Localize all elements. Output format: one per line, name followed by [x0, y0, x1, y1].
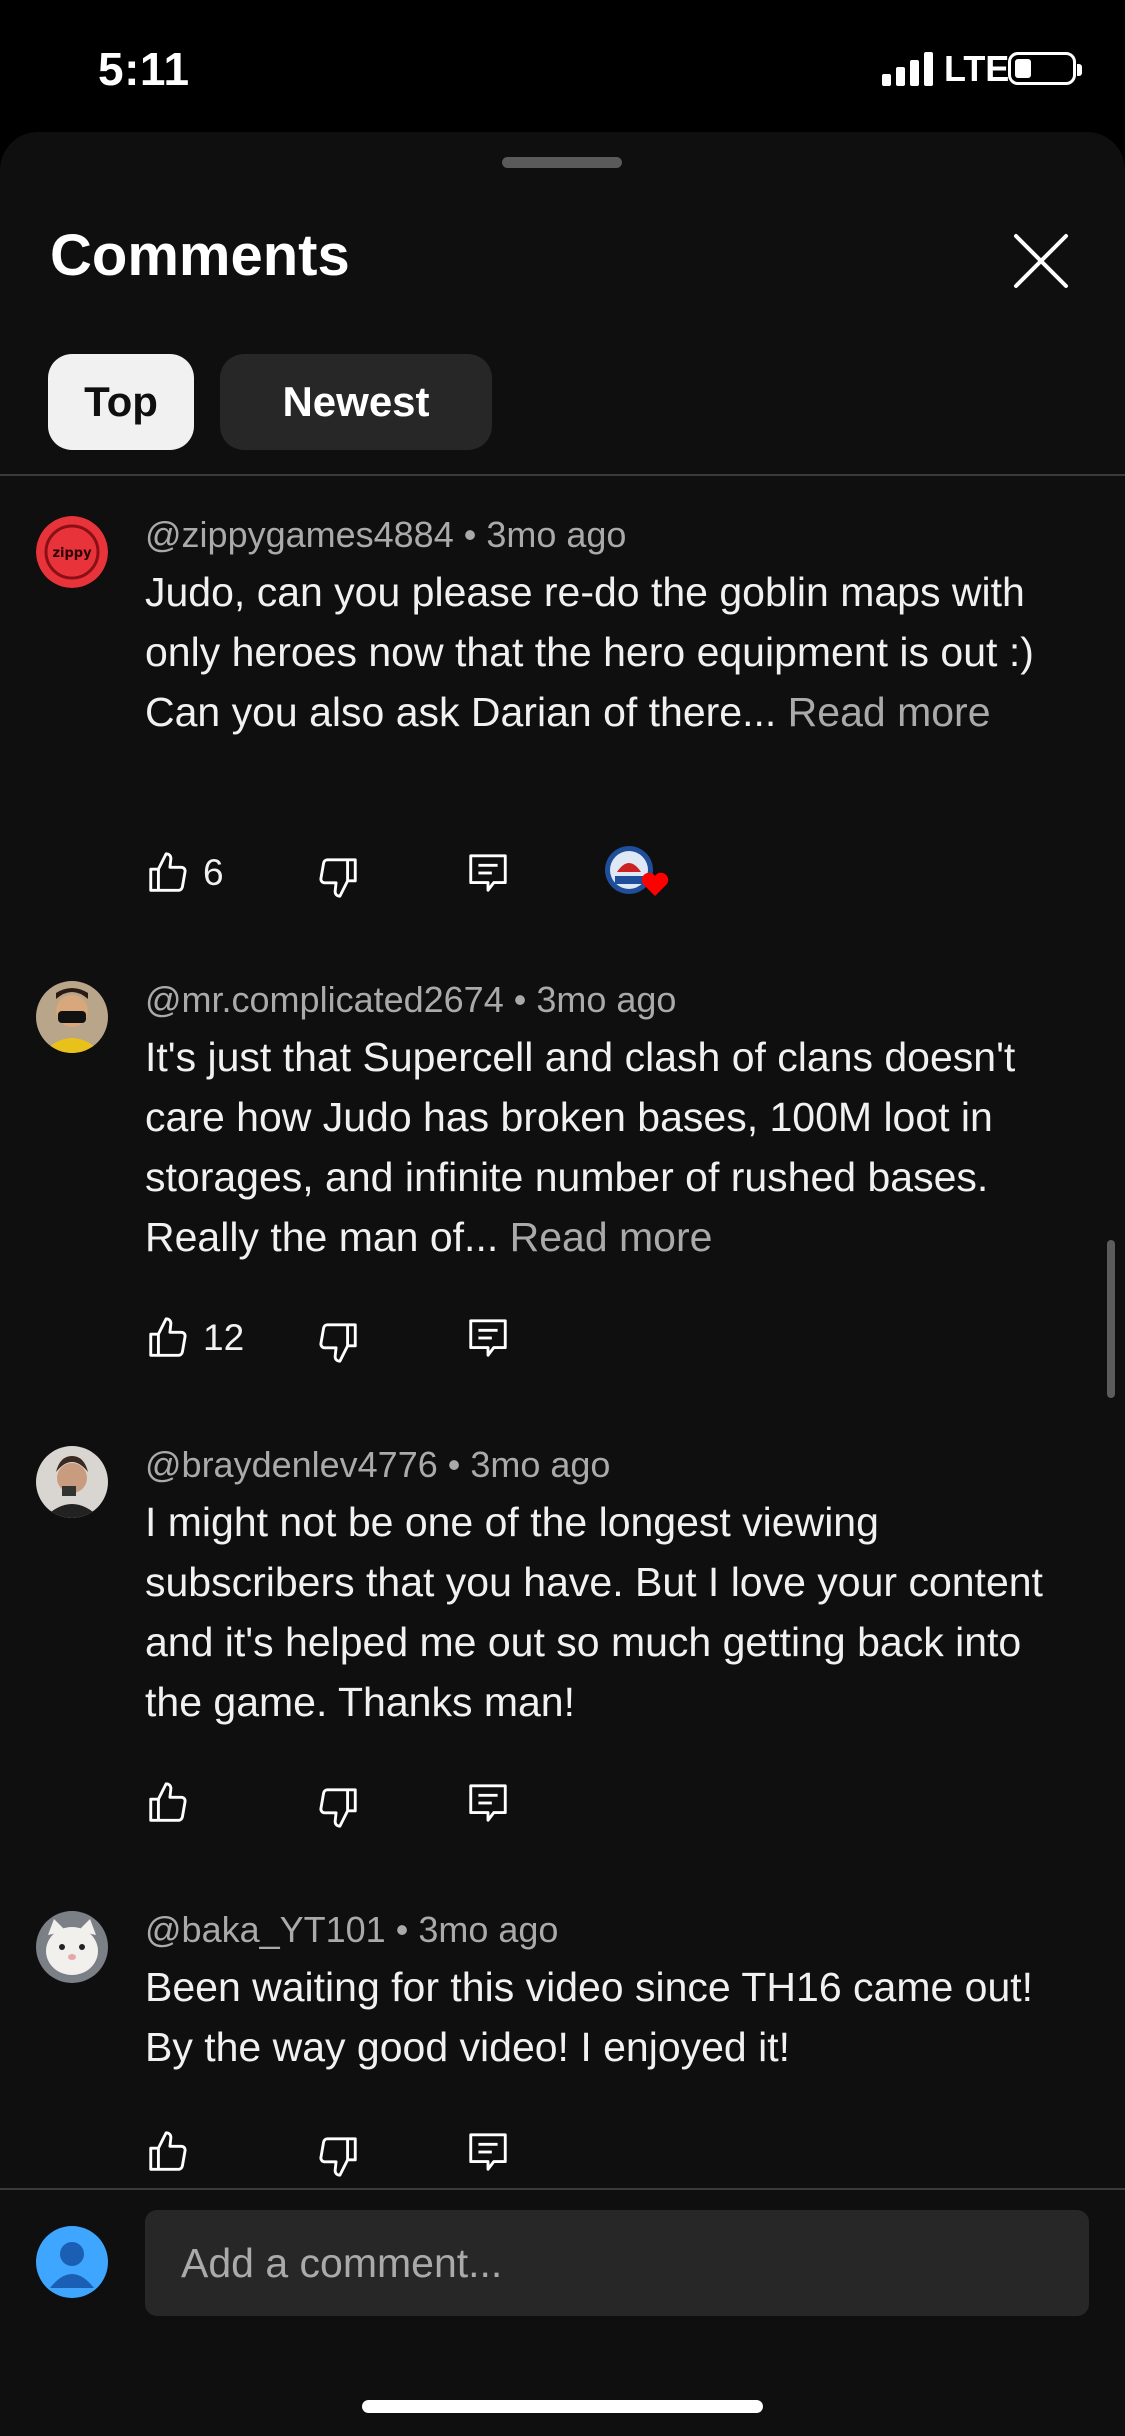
- cellular-signal-icon: [882, 52, 934, 86]
- like-icon[interactable]: [145, 850, 191, 896]
- drag-handle[interactable]: [502, 157, 622, 168]
- comment-meta: @zippygames4884 • 3mo ago: [145, 514, 627, 555]
- comment-author[interactable]: @braydenlev4776: [145, 1444, 438, 1485]
- status-time: 5:11: [98, 43, 190, 95]
- avatar[interactable]: [36, 981, 108, 1053]
- divider: [0, 474, 1125, 476]
- status-bar: 5:11 LTE: [0, 0, 1125, 130]
- comment-text: Been waiting for this video since TH16 c…: [145, 1957, 1065, 2077]
- reply-icon[interactable]: [465, 2129, 511, 2175]
- read-more-link[interactable]: Read more: [788, 689, 991, 735]
- reply-icon[interactable]: [465, 1315, 511, 1361]
- sheet-title: Comments: [50, 223, 350, 288]
- network-type: LTE: [944, 48, 1010, 89]
- like-count: 6: [203, 852, 224, 893]
- read-more-link[interactable]: Read more: [510, 1214, 713, 1260]
- comment-meta: @braydenlev4776 • 3mo ago: [145, 1444, 611, 1485]
- avatar[interactable]: zippy: [36, 516, 108, 588]
- avatar[interactable]: [36, 1911, 108, 1983]
- comment-author[interactable]: @zippygames4884: [145, 514, 454, 555]
- user-avatar-icon: [36, 2226, 108, 2298]
- comment-time: 3mo ago: [536, 979, 677, 1020]
- comment-text: I might not be one of the longest viewin…: [145, 1492, 1065, 1732]
- comment-meta: @mr.complicated2674 • 3mo ago: [145, 979, 677, 1020]
- dislike-icon[interactable]: [315, 1319, 361, 1365]
- dislike-icon[interactable]: [315, 854, 361, 900]
- comment-time: 3mo ago: [486, 514, 627, 555]
- home-indicator[interactable]: [362, 2400, 763, 2413]
- like-icon[interactable]: [145, 1780, 191, 1826]
- comment-body: I might not be one of the longest viewin…: [145, 1499, 1043, 1725]
- svg-text:zippy: zippy: [52, 546, 92, 561]
- comment-time: 3mo ago: [418, 1909, 559, 1950]
- comment-author[interactable]: @mr.complicated2674: [145, 979, 504, 1020]
- avatar[interactable]: [36, 1446, 108, 1518]
- like-icon[interactable]: [145, 2129, 191, 2175]
- comments-sheet: Comments Top Newest: [0, 132, 1125, 2436]
- tab-top[interactable]: Top: [48, 354, 194, 450]
- add-comment-input[interactable]: [145, 2210, 1089, 2316]
- tab-newest[interactable]: Newest: [220, 354, 492, 450]
- dislike-icon[interactable]: [315, 1784, 361, 1830]
- comment-composer: [0, 2188, 1125, 2436]
- reply-icon[interactable]: [465, 1780, 511, 1826]
- dislike-icon[interactable]: [315, 2133, 361, 2179]
- comment-body: Been waiting for this video since TH16 c…: [145, 1964, 1034, 2070]
- comment-author[interactable]: @baka_YT101: [145, 1909, 386, 1950]
- comment-meta: @baka_YT101 • 3mo ago: [145, 1909, 559, 1950]
- close-icon[interactable]: [1008, 228, 1074, 294]
- battery-icon: [1008, 52, 1082, 85]
- scrollbar[interactable]: [1107, 1240, 1115, 1398]
- reply-icon[interactable]: [465, 850, 511, 896]
- like-count: 12: [203, 1317, 245, 1358]
- comment-text: It's just that Supercell and clash of cl…: [145, 1027, 1065, 1267]
- comment-text: Judo, can you please re-do the goblin ma…: [145, 562, 1065, 742]
- comment-time: 3mo ago: [470, 1444, 611, 1485]
- like-icon[interactable]: [145, 1315, 191, 1361]
- creator-heart-icon: [605, 846, 669, 896]
